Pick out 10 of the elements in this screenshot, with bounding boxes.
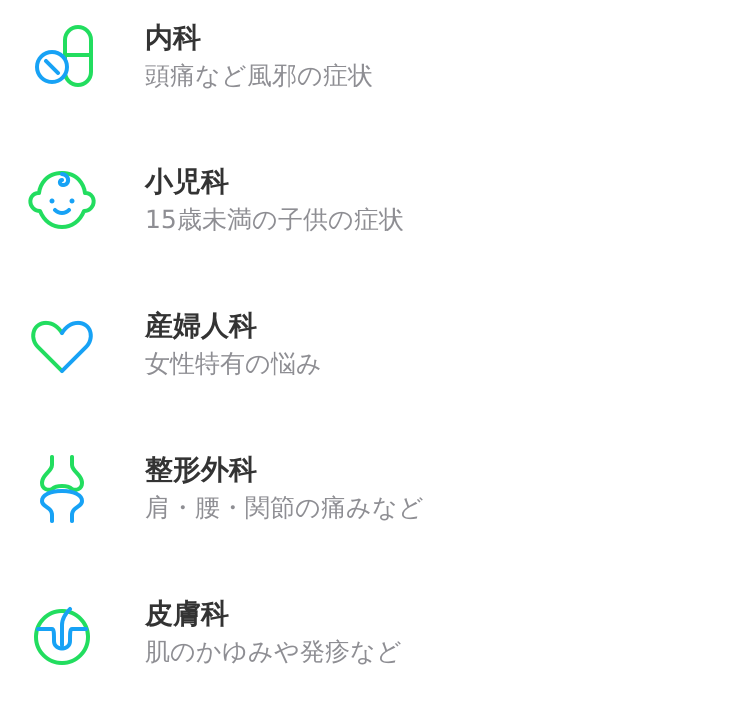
department-description: 肌のかゆみや発疹など xyxy=(145,636,402,668)
department-title: 整形外科 xyxy=(145,452,258,488)
department-title: 皮膚科 xyxy=(145,596,230,632)
department-description: 頭痛など風邪の症状 xyxy=(145,60,373,92)
department-title: 内科 xyxy=(145,20,202,56)
department-description: 女性特有の悩み xyxy=(145,348,322,380)
department-title: 産婦人科 xyxy=(145,308,258,344)
department-description: 15歳未満の子供の症状 xyxy=(145,204,404,236)
department-description: 肩・腰・関節の痛みなど xyxy=(145,492,424,524)
department-title: 小児科 xyxy=(145,164,230,200)
